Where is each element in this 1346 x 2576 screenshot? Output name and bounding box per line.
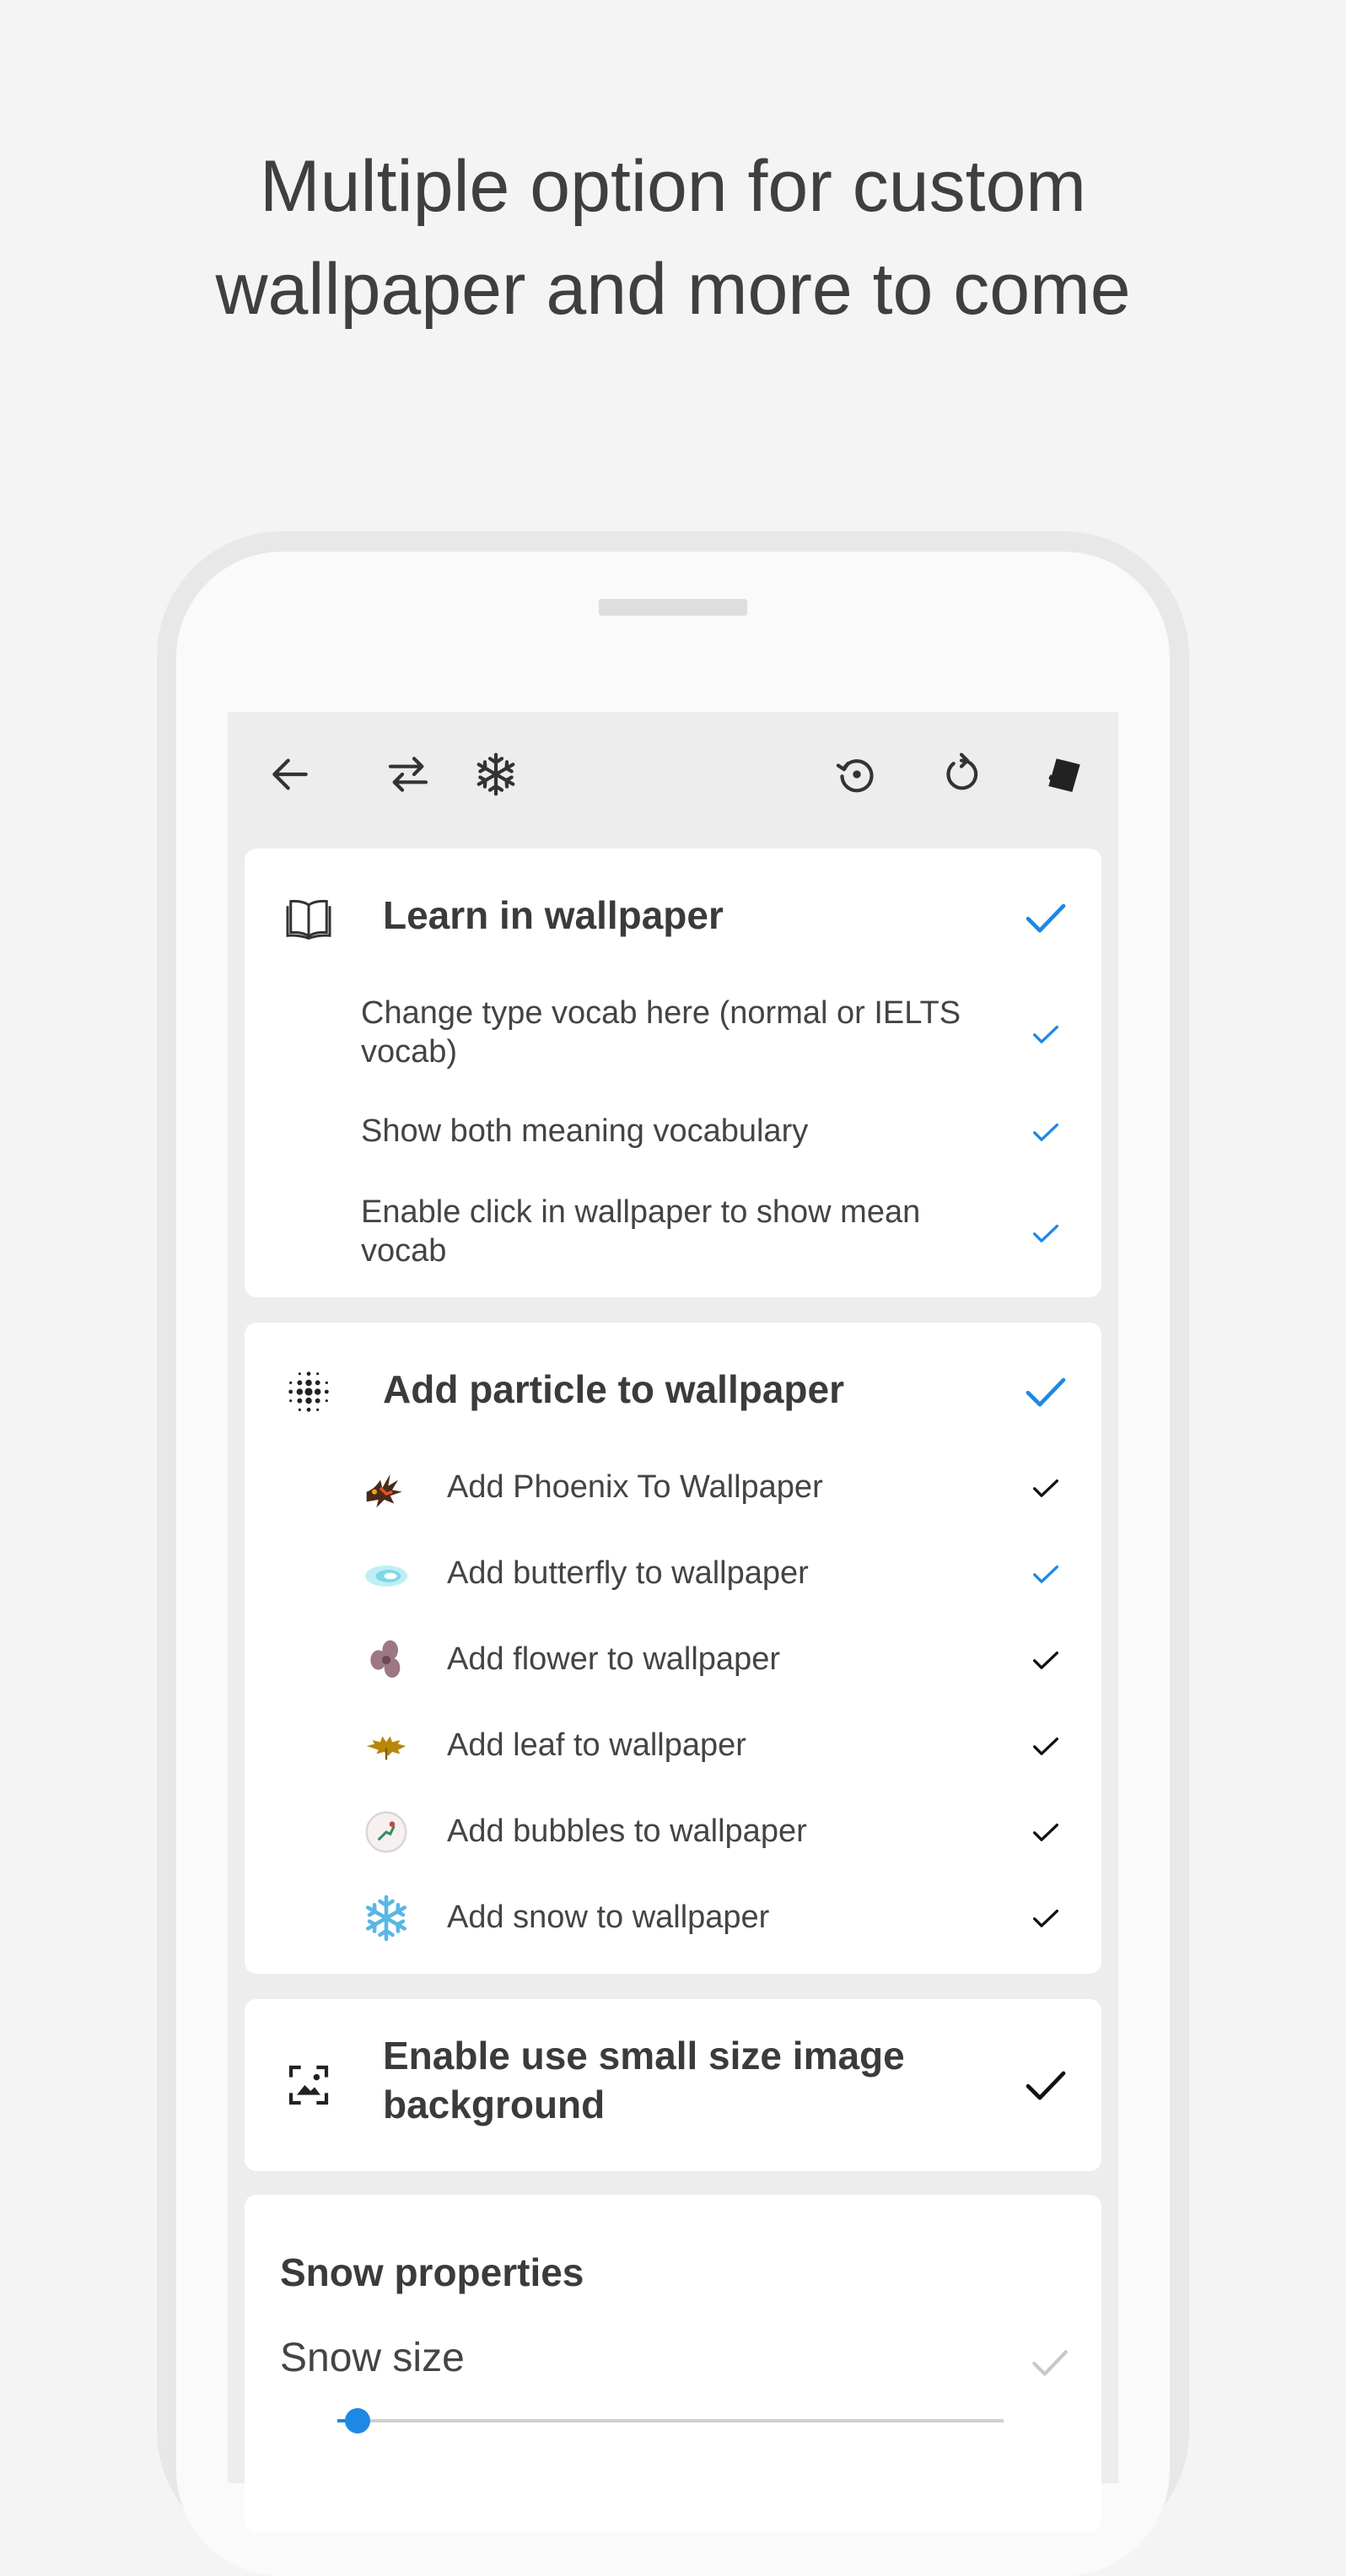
- theme-icon[interactable]: [1037, 747, 1091, 801]
- book-icon: [282, 891, 336, 945]
- particle-item-bubble[interactable]: Add bubbles to wallpaper: [245, 1802, 1101, 1862]
- small-image-card[interactable]: Enable use small size image background: [245, 1999, 1101, 2171]
- butterfly-icon: [359, 1547, 413, 1601]
- particle-card-check-icon[interactable]: [1022, 1368, 1069, 1415]
- flower-icon: [359, 1633, 413, 1687]
- particle-item-phoenix[interactable]: Add Phoenix To Wallpaper: [245, 1458, 1101, 1518]
- learn-item-vocab-type[interactable]: Change type vocab here (normal or IELTS …: [245, 994, 1101, 1078]
- check-icon[interactable]: [1029, 1115, 1063, 1149]
- snowflake-icon: [359, 1891, 413, 1945]
- check-icon[interactable]: [1029, 1901, 1063, 1935]
- snow-properties-title: Snow properties: [280, 2250, 584, 2294]
- snow-properties-card: Snow properties Snow size: [245, 2195, 1101, 2532]
- phoenix-icon: [359, 1461, 413, 1515]
- learn-item-label: Show both meaning vocabulary: [361, 1113, 809, 1149]
- check-icon[interactable]: [1029, 1729, 1063, 1763]
- particle-item-label: Add butterfly to wallpaper: [447, 1555, 809, 1591]
- particle-item-label: Add Phoenix To Wallpaper: [447, 1469, 823, 1505]
- snow-size-slider[interactable]: [337, 2408, 1004, 2433]
- particle-item-label: Add snow to wallpaper: [447, 1900, 770, 1935]
- particle-dots-icon: [282, 1365, 336, 1419]
- learn-card-check-icon[interactable]: [1022, 894, 1069, 941]
- learn-item-both-meaning[interactable]: Show both meaning vocabulary: [245, 1112, 1101, 1162]
- swap-icon[interactable]: [381, 747, 435, 801]
- check-icon[interactable]: [1029, 1643, 1063, 1677]
- refresh-icon[interactable]: [934, 747, 988, 801]
- app-screen: Learn in wallpaper Change type vocab her…: [228, 712, 1118, 2532]
- snowflake-icon[interactable]: [469, 747, 523, 801]
- headline: Multiple option for custom wallpaper and…: [0, 135, 1346, 341]
- particle-card-title: Add particle to wallpaper: [383, 1367, 844, 1411]
- learn-card-header[interactable]: Learn in wallpaper: [245, 874, 1101, 958]
- small-image-title: Enable use small size image background: [383, 2031, 905, 2129]
- learn-card: Learn in wallpaper Change type vocab her…: [245, 849, 1101, 1297]
- particle-item-flower[interactable]: Add flower to wallpaper: [245, 1630, 1101, 1690]
- learn-item-label: Enable click in wallpaper to show mean v…: [361, 1194, 921, 1269]
- particle-item-leaf[interactable]: Add leaf to wallpaper: [245, 1716, 1101, 1776]
- leaf-icon: [359, 1719, 413, 1773]
- check-icon[interactable]: [1029, 1557, 1063, 1591]
- phone-speaker: [599, 599, 747, 616]
- learn-item-click-mean[interactable]: Enable click in wallpaper to show mean v…: [245, 1193, 1101, 1277]
- image-icon: [282, 2058, 336, 2112]
- snow-size-check-icon[interactable]: [1029, 2342, 1071, 2384]
- particle-card: Add particle to wallpaper Add Phoenix To…: [245, 1323, 1101, 1974]
- check-icon[interactable]: [1029, 1471, 1063, 1505]
- snow-size-label: Snow size: [280, 2336, 465, 2380]
- restore-icon[interactable]: [830, 747, 884, 801]
- learn-item-label: Change type vocab here (normal or IELTS …: [361, 995, 961, 1070]
- back-arrow-icon[interactable]: [263, 747, 317, 801]
- snow-size-slider-knob[interactable]: [345, 2408, 370, 2433]
- particle-card-header[interactable]: Add particle to wallpaper: [245, 1348, 1101, 1432]
- particle-item-label: Add flower to wallpaper: [447, 1641, 780, 1677]
- particle-item-label: Add leaf to wallpaper: [447, 1727, 746, 1763]
- headline-line-2: wallpaper and more to come: [215, 249, 1131, 330]
- bubble-icon: [359, 1805, 413, 1859]
- check-icon[interactable]: [1029, 1017, 1063, 1051]
- check-icon[interactable]: [1029, 1216, 1063, 1250]
- small-image-check-icon[interactable]: [1022, 2061, 1069, 2109]
- particle-item-snow[interactable]: Add snow to wallpaper: [245, 1888, 1101, 1948]
- check-icon[interactable]: [1029, 1815, 1063, 1849]
- headline-line-1: Multiple option for custom: [260, 146, 1086, 227]
- learn-card-title: Learn in wallpaper: [383, 893, 724, 937]
- particle-item-butterfly[interactable]: Add butterfly to wallpaper: [245, 1544, 1101, 1604]
- toolbar: [228, 712, 1118, 838]
- particle-item-label: Add bubbles to wallpaper: [447, 1813, 807, 1849]
- small-image-title-line-1: Enable use small size image: [383, 2034, 905, 2078]
- small-image-title-line-2: background: [383, 2083, 606, 2126]
